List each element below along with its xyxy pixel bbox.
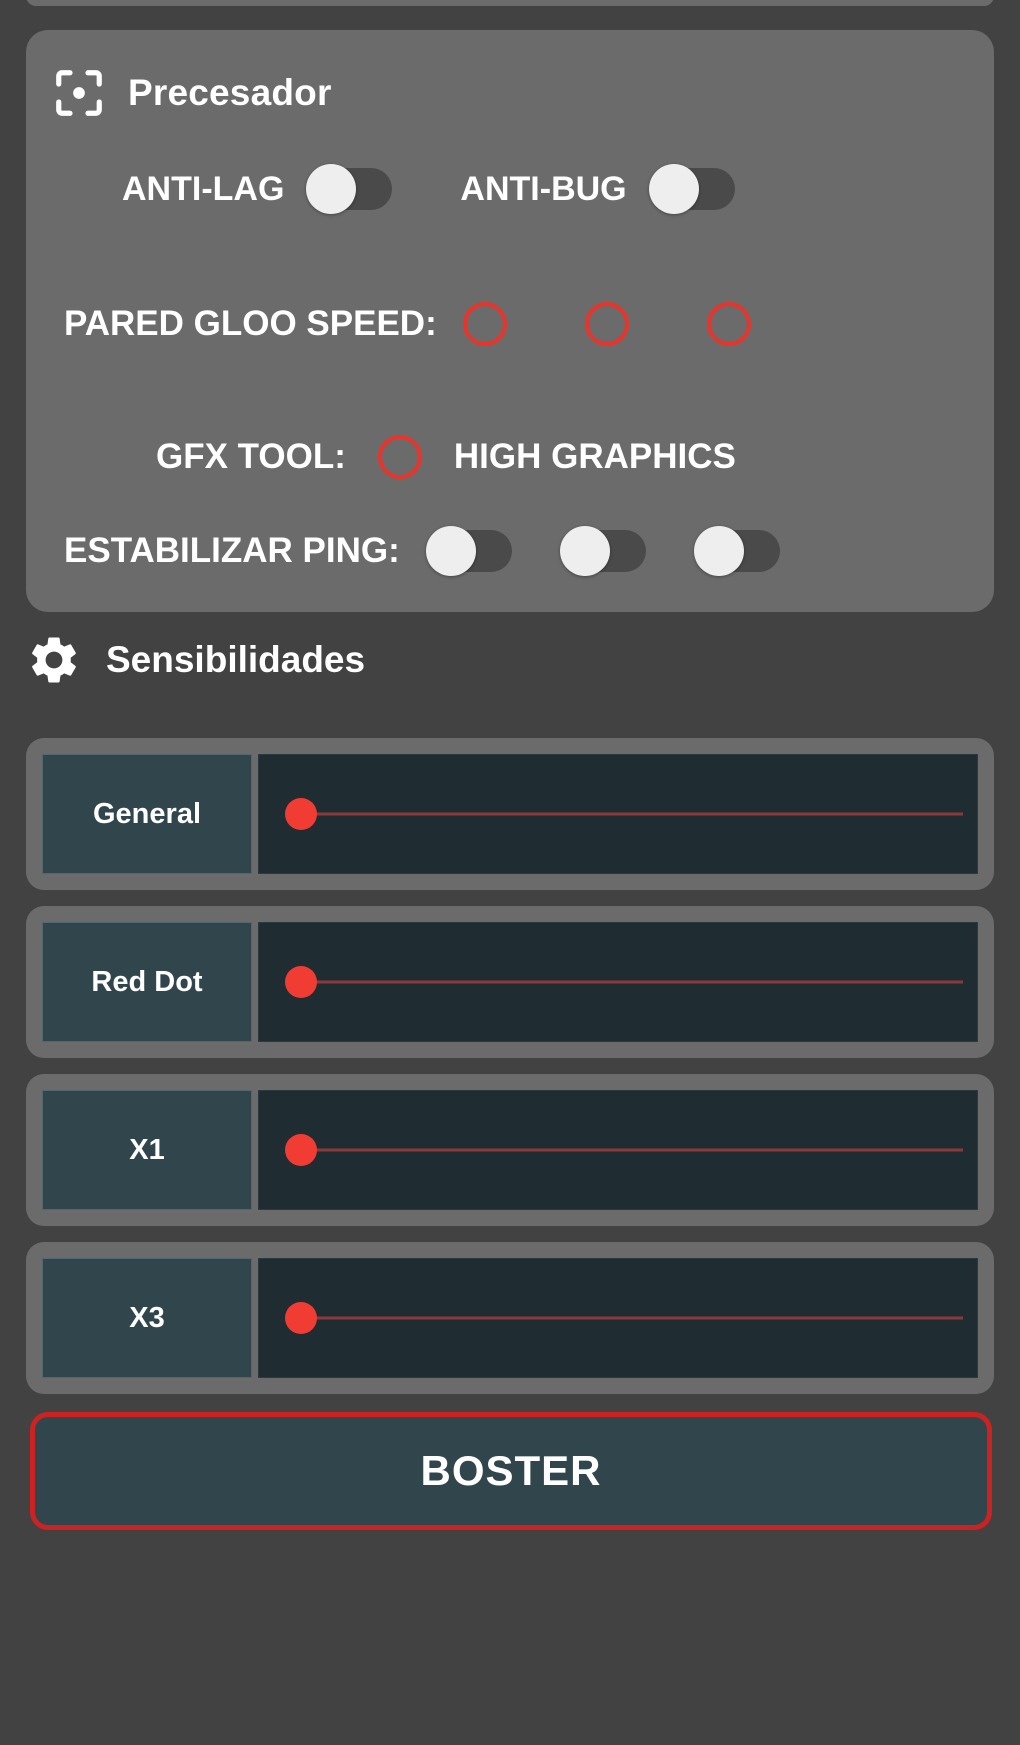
anti-lag-switch-knob <box>306 164 357 214</box>
anti-lag-label: ANTI-LAG <box>122 169 285 208</box>
previous-card-sliver <box>26 0 994 6</box>
sensitivity-slider-track <box>287 1316 963 1320</box>
gfx-tool-label: GFX TOOL: <box>156 437 346 476</box>
stabilize-ping-switch-1[interactable] <box>425 526 512 576</box>
gfx-tool-option-text: HIGH GRAPHICS <box>453 437 736 476</box>
sensitivity-slider-track <box>287 812 963 816</box>
sensitivity-slider-card: X1 <box>26 1074 994 1226</box>
sensitivity-slider-label-red-dot: Red Dot <box>42 922 252 1042</box>
sensitivity-slider-label-x1: X1 <box>42 1090 252 1210</box>
sensitivity-slider-x1[interactable] <box>258 1090 978 1210</box>
stabilize-ping-switches <box>425 526 780 576</box>
stabilize-ping-switch-3-knob <box>693 526 744 576</box>
sensitivity-slider-track <box>287 1148 963 1152</box>
gloo-speed-row: PARED GLOO SPEED: <box>64 302 751 346</box>
gfx-tool-row: GFX TOOL: HIGH GRAPHICS <box>156 435 736 479</box>
sensitivity-slider-label-text: X1 <box>129 1133 165 1166</box>
processor-toggle-row: ANTI-LAG ANTI-BUG <box>26 164 994 214</box>
sensitivity-slider-card: Red Dot <box>26 906 994 1058</box>
sensitivity-slider-label-text: X3 <box>129 1301 165 1334</box>
gear-icon <box>26 632 82 688</box>
stabilize-ping-row: ESTABILIZAR PING: <box>64 526 780 576</box>
sensitivity-slider-label-general: General <box>42 754 252 874</box>
stabilize-ping-switch-2-knob <box>559 526 610 576</box>
processor-panel-header: Precesador <box>26 30 994 120</box>
sensitivity-slider-general[interactable] <box>258 754 978 874</box>
stabilize-ping-label: ESTABILIZAR PING: <box>64 531 400 570</box>
sensitivity-slider-label-x3: X3 <box>42 1258 252 1378</box>
sensitivity-slider-label-text: Red Dot <box>91 965 203 998</box>
sensitivity-slider-card: General <box>26 738 994 890</box>
anti-bug-label: ANTI-BUG <box>460 169 627 208</box>
stabilize-ping-switch-2[interactable] <box>559 526 646 576</box>
gloo-speed-options <box>462 302 751 346</box>
anti-bug-switch[interactable] <box>648 164 735 214</box>
anti-bug-switch-knob <box>648 164 699 214</box>
sensitivity-slider-thumb[interactable] <box>285 1302 317 1334</box>
gloo-speed-label: PARED GLOO SPEED: <box>64 304 437 343</box>
sensitivity-slider-card: X3 <box>26 1242 994 1394</box>
sensitivity-slider-track <box>287 980 963 984</box>
gloo-speed-option-2[interactable] <box>584 302 629 346</box>
sensitivity-slider-x3[interactable] <box>258 1258 978 1378</box>
sensitivity-slider-red-dot[interactable] <box>258 922 978 1042</box>
anti-lag-toggle-group[interactable]: ANTI-LAG <box>122 164 393 214</box>
stabilize-ping-switch-1-knob <box>425 526 476 576</box>
sensitivity-slider-label-text: General <box>93 797 201 830</box>
app-screen: Precesador ANTI-LAG ANTI-BUG PARED GLOO … <box>0 0 1020 1745</box>
sensitivity-slider-thumb[interactable] <box>285 966 317 998</box>
gloo-speed-option-1[interactable] <box>462 302 507 346</box>
sensitivity-slider-thumb[interactable] <box>285 1134 317 1166</box>
anti-lag-switch[interactable] <box>306 164 393 214</box>
center-focus-icon <box>52 66 106 120</box>
boster-button[interactable]: BOSTER <box>30 1412 992 1530</box>
boster-button-label: BOSTER <box>420 1447 602 1494</box>
processor-panel-title: Precesador <box>128 72 332 113</box>
gfx-tool-option[interactable] <box>377 435 422 479</box>
anti-bug-toggle-group[interactable]: ANTI-BUG <box>460 164 735 214</box>
stabilize-ping-switch-3[interactable] <box>693 526 780 576</box>
sensitivity-section-title: Sensibilidades <box>106 639 366 680</box>
sensitivity-slider-thumb[interactable] <box>285 798 317 830</box>
gloo-speed-option-3[interactable] <box>706 302 751 346</box>
processor-panel: Precesador ANTI-LAG ANTI-BUG PARED GLOO … <box>26 30 994 612</box>
sensitivity-section-header: Sensibilidades <box>26 632 365 688</box>
